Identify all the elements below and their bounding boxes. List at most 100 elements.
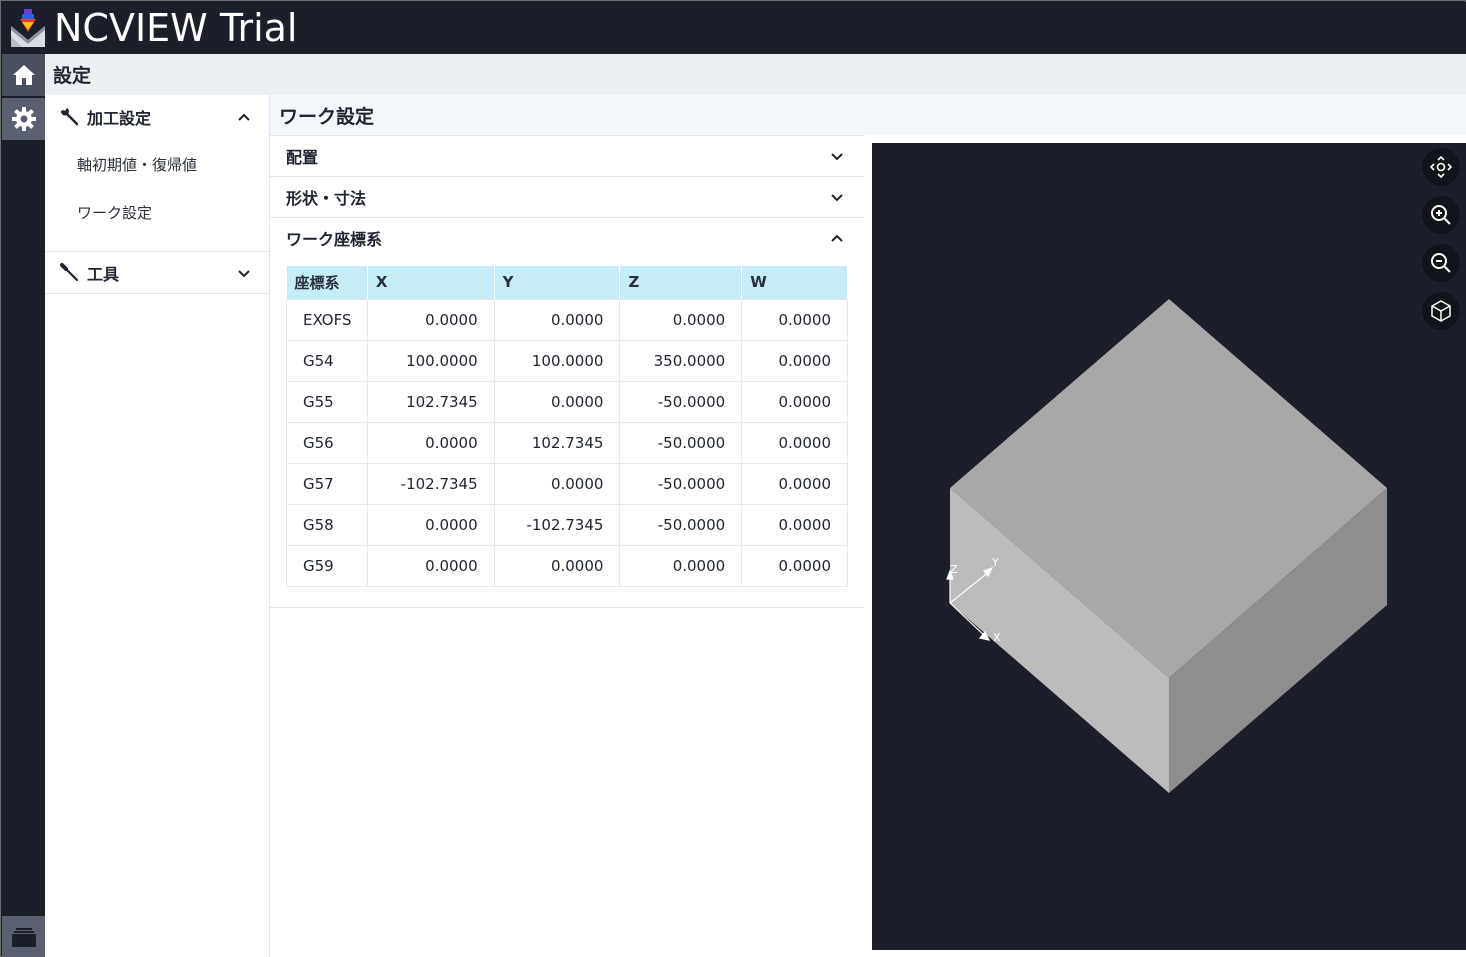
nav-group-label: 工具	[87, 264, 120, 284]
accordion-label: ワーク座標系	[286, 230, 383, 249]
work-settings-panel: 配置 形状・寸法 ワーク座標系 座標系 X Y Z W EXOFS 0.0000…	[270, 135, 864, 957]
z-cell[interactable]: -50.0000	[619, 503, 743, 546]
w-cell[interactable]: 0.0000	[741, 544, 848, 587]
accordion-placement[interactable]: 配置	[270, 135, 864, 176]
home-icon	[12, 65, 35, 85]
zoom-out-icon	[1431, 253, 1451, 273]
w-cell[interactable]: 0.0000	[741, 421, 848, 464]
table-row[interactable]: G55 102.7345 0.0000 -50.0000 0.0000	[286, 380, 848, 423]
w-cell[interactable]: 0.0000	[741, 380, 848, 423]
app-title: NCVIEW Trial	[54, 6, 298, 50]
zoom-out-button[interactable]	[1422, 244, 1460, 282]
y-cell[interactable]: 102.7345	[493, 421, 621, 464]
chevron-up-icon	[831, 234, 843, 242]
y-cell[interactable]: 100.0000	[493, 339, 621, 382]
coord-name-cell: G59	[286, 544, 368, 587]
page-header: 設定	[45, 54, 1466, 95]
nav-divider	[45, 293, 269, 294]
table-row[interactable]: G56 0.0000 102.7345 -50.0000 0.0000	[286, 421, 848, 464]
orbit-button[interactable]	[1422, 148, 1460, 186]
z-cell[interactable]: 0.0000	[619, 298, 743, 341]
w-cell[interactable]: 0.0000	[741, 339, 848, 382]
accordion-wcs[interactable]: ワーク座標系	[270, 217, 864, 258]
x-cell[interactable]: 0.0000	[366, 544, 495, 587]
nav-group-label: 加工設定	[87, 109, 152, 128]
y-cell[interactable]: 0.0000	[493, 380, 621, 423]
column-header: Z	[619, 266, 743, 299]
accordion-shape[interactable]: 形状・寸法	[270, 176, 864, 217]
app-window: NCVIEW Trial 設定 加工設定 軸初期値・復帰値 ワーク設定 工具 ワ…	[0, 0, 1466, 957]
nav-group-machining[interactable]: 加工設定	[45, 95, 269, 139]
cube-view-icon	[1431, 300, 1451, 322]
y-cell[interactable]: 0.0000	[493, 544, 621, 587]
table-header-row: 座標系 X Y Z W	[286, 266, 848, 299]
z-cell[interactable]: -50.0000	[619, 421, 743, 464]
3d-viewer[interactable]: Z Y X	[872, 143, 1466, 950]
w-cell[interactable]: 0.0000	[741, 503, 848, 546]
workpiece-render: Z Y X	[946, 299, 1387, 793]
nav-item-work-settings[interactable]: ワーク設定	[77, 202, 152, 223]
x-cell[interactable]: 0.0000	[366, 421, 495, 464]
coord-name-cell: G56	[286, 421, 368, 464]
zoom-in-icon	[1431, 205, 1451, 225]
cube-view-button[interactable]	[1422, 292, 1460, 330]
table-row[interactable]: G57 -102.7345 0.0000 -50.0000 0.0000	[286, 462, 848, 505]
axis-label-x: X	[993, 631, 1001, 644]
rail-home-button[interactable]	[2, 54, 45, 96]
icon-rail	[2, 54, 45, 957]
x-cell[interactable]: 0.0000	[366, 298, 495, 341]
column-header: W	[741, 266, 848, 299]
coord-name-cell: G57	[286, 462, 368, 505]
viewer-gutter	[864, 135, 1466, 143]
axis-label-y: Y	[991, 556, 999, 569]
x-cell[interactable]: 0.0000	[366, 503, 495, 546]
axis-label-z: Z	[950, 563, 958, 576]
viewer-gutter	[864, 135, 872, 957]
y-cell[interactable]: 0.0000	[493, 462, 621, 505]
accordion-divider	[270, 607, 864, 608]
nav-group-tool[interactable]: 工具	[45, 252, 269, 293]
w-cell[interactable]: 0.0000	[741, 462, 848, 505]
x-cell[interactable]: 100.0000	[366, 339, 495, 382]
zoom-in-button[interactable]	[1422, 196, 1460, 234]
rail-settings-button[interactable]	[2, 98, 45, 140]
y-cell[interactable]: 0.0000	[493, 298, 621, 341]
accordion-label: 配置	[286, 148, 319, 167]
work-coordinate-table: 座標系 X Y Z W EXOFS 0.0000 0.0000 0.0000 0…	[286, 266, 848, 587]
chevron-down-icon	[831, 194, 843, 202]
table-row[interactable]: EXOFS 0.0000 0.0000 0.0000 0.0000	[286, 298, 848, 341]
column-header: X	[367, 266, 495, 299]
tool-icon	[60, 262, 79, 281]
section-title: ワーク設定	[279, 105, 375, 128]
layers-icon	[11, 927, 36, 947]
z-cell[interactable]: -50.0000	[619, 462, 743, 505]
chevron-down-icon	[238, 269, 250, 277]
gear-icon	[11, 107, 36, 131]
z-cell[interactable]: -50.0000	[619, 380, 743, 423]
rail-layers-button[interactable]	[2, 916, 45, 957]
z-cell[interactable]: 350.0000	[619, 339, 743, 382]
table-row[interactable]: G59 0.0000 0.0000 0.0000 0.0000	[286, 544, 848, 587]
settings-nav: 加工設定 軸初期値・復帰値 ワーク設定 工具	[45, 95, 270, 957]
w-cell[interactable]: 0.0000	[741, 298, 848, 341]
y-cell[interactable]: -102.7345	[493, 503, 621, 546]
section-header: ワーク設定	[270, 95, 1466, 135]
z-cell[interactable]: 0.0000	[619, 544, 743, 587]
table-row[interactable]: G58 0.0000 -102.7345 -50.0000 0.0000	[286, 503, 848, 546]
coord-name-cell: EXOFS	[286, 298, 368, 341]
title-bar: NCVIEW Trial	[2, 2, 1466, 54]
accordion-label: 形状・寸法	[286, 189, 367, 208]
x-cell[interactable]: -102.7345	[366, 462, 495, 505]
coord-name-cell: G58	[286, 503, 368, 546]
nav-item-axis-initial[interactable]: 軸初期値・復帰値	[77, 154, 197, 175]
wrench-icon	[60, 108, 79, 126]
column-header: Y	[494, 266, 621, 299]
orbit-icon	[1430, 156, 1452, 178]
coord-name-cell: G54	[286, 339, 368, 382]
table-row[interactable]: G54 100.0000 100.0000 350.0000 0.0000	[286, 339, 848, 382]
app-logo-icon	[8, 6, 48, 50]
chevron-up-icon	[238, 113, 250, 121]
coord-name-cell: G55	[286, 380, 368, 423]
page-title: 設定	[53, 65, 92, 87]
x-cell[interactable]: 102.7345	[366, 380, 495, 423]
